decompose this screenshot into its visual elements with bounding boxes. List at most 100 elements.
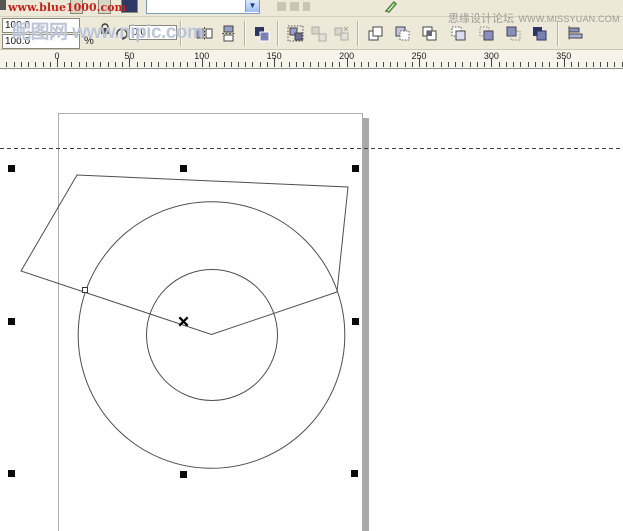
ruler-tick [100,62,101,67]
ruler-label: 250 [411,51,426,61]
ruler-tick [137,62,138,67]
ruler-tick [600,62,601,67]
selection-handle[interactable] [351,470,358,477]
page-border-top [58,113,362,114]
disabled-control-fragment [290,2,299,11]
watermark-missyuan-name: 思缘设计论坛 [448,13,514,25]
coreldraw-window: ▼ % [0,0,623,531]
pen-icon[interactable] [384,0,398,13]
ruler-label: 0 [54,51,59,61]
ruler-tick [376,62,377,67]
zoom-combobox[interactable]: ▼ [146,0,260,14]
weld-icon[interactable] [366,24,387,45]
ruler-tick [528,62,529,67]
ruler-tick [542,62,543,67]
ruler-tick [318,62,319,67]
ruler-tick [586,62,587,67]
ruler-tick [35,62,36,67]
ruler-tick [166,62,167,67]
ruler-tick [28,62,29,67]
ruler-tick [245,62,246,67]
ruler-tick [484,62,485,67]
ruler-tick [14,62,15,67]
ruler-tick [390,62,391,67]
ruler-tick [571,62,572,67]
back-minus-front-icon[interactable] [504,24,525,45]
ruler-tick [180,62,181,67]
trim-icon[interactable] [393,24,414,45]
ruler-label: 300 [484,51,499,61]
chevron-down-icon[interactable]: ▼ [245,0,259,12]
separator [244,21,245,46]
ruler-tick [506,62,507,67]
ruler-tick [397,62,398,67]
ruler-tick [325,62,326,67]
ungroup-icon [309,24,330,45]
page-border-left [58,113,59,531]
create-boundary-icon[interactable] [530,24,551,45]
watermark-missyuan: 思缘设计论坛 WWW.MISSYUAN.COM [448,9,620,27]
horizontal-ruler[interactable]: 050100150200250300350 [0,50,623,69]
ruler-label: 50 [124,51,134,61]
ruler-label: 100 [194,51,209,61]
separator [357,21,358,46]
disabled-control-fragment [277,2,286,11]
ruler-tick [332,62,333,67]
ruler-tick [412,62,413,67]
ruler-tick [549,62,550,67]
selection-handle[interactable] [352,165,359,172]
ruler-tick [50,62,51,67]
selection-handle[interactable] [8,318,15,325]
ruler-tick [383,62,384,67]
ruler-tick [115,62,116,67]
selection-handle[interactable] [8,165,15,172]
ruler-tick [281,62,282,67]
ruler-label: 350 [556,51,571,61]
ruler-tick [354,62,355,67]
ruler-tick [267,62,268,67]
align-distribute-icon[interactable] [566,24,587,45]
ruler-tick [252,62,253,67]
selection-handle[interactable] [8,470,15,477]
combine-icon[interactable] [252,24,273,45]
separator [277,21,278,46]
ruler-tick [455,62,456,67]
watermark-nipic: 昵图网 www.nipic.com [12,17,203,44]
ruler-tick [216,62,217,67]
ruler-tick [296,62,297,67]
ruler-tick [513,62,514,67]
selection-handle[interactable] [352,318,359,325]
ruler-tick [607,62,608,67]
front-minus-back-icon[interactable] [477,24,498,45]
mirror-vertical-icon[interactable] [219,24,240,45]
ruler-tick [310,62,311,67]
ruler-tick [173,62,174,67]
simplify-icon[interactable] [449,24,470,45]
drawing-canvas[interactable] [0,68,623,531]
watermark-missyuan-url: WWW.MISSYUAN.COM [518,14,619,24]
selection-handle[interactable] [180,471,187,478]
ruler-tick [71,62,72,67]
ruler-tick [361,62,362,67]
ruler-label: 150 [267,51,282,61]
ruler-tick [520,62,521,67]
ruler-tick [614,62,615,67]
ruler-tick [535,62,536,67]
ruler-tick [433,62,434,67]
ruler-tick [231,62,232,67]
ruler-tick [21,62,22,67]
ruler-tick [79,62,80,67]
ruler-tick [6,62,7,67]
ruler-tick [122,62,123,67]
ruler-tick [209,62,210,67]
ruler-tick [557,62,558,67]
ruler-tick [462,62,463,67]
guideline-dashed[interactable] [0,148,623,149]
intersect-icon[interactable] [420,24,441,45]
ruler-tick [339,62,340,67]
ruler-tick [158,62,159,67]
ruler-tick [151,62,152,67]
group-icon[interactable] [286,24,307,45]
selection-handle[interactable] [180,165,187,172]
ruler-tick [187,62,188,67]
